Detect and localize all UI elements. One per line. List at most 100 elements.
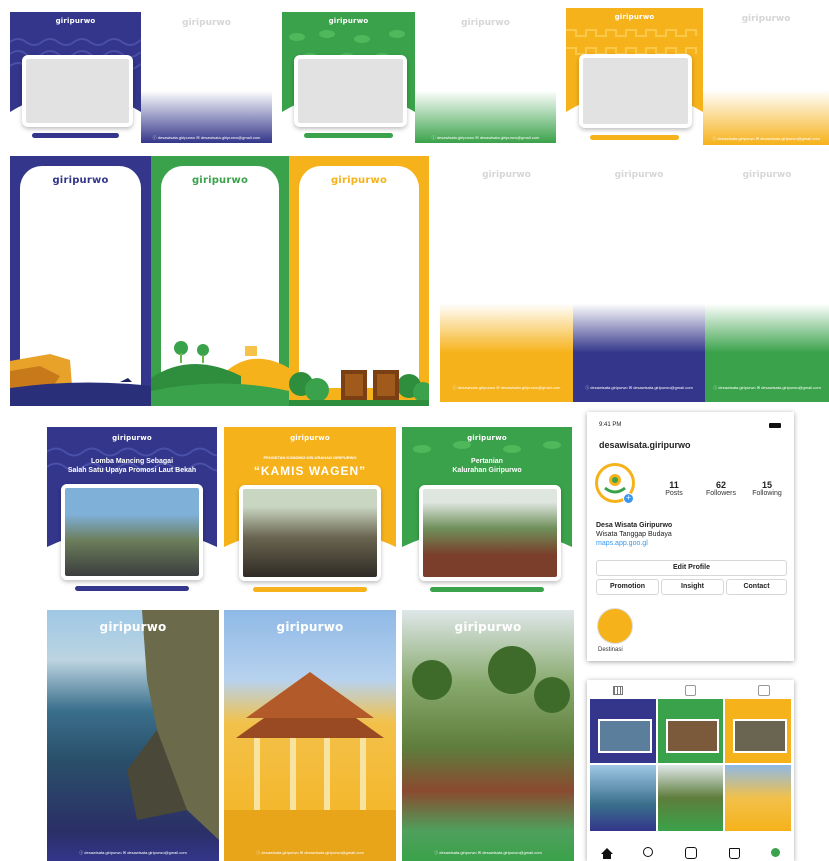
logo: giripurwo [454, 620, 522, 634]
story-template-green: giripurwo [151, 156, 289, 406]
contact-bar [32, 133, 119, 138]
contact-bar [253, 587, 367, 592]
post-lomba-mancing: giripurwo Lomba Mancing Sebagai Salah Sa… [47, 427, 217, 597]
contact-line: ⓘ desawisata.giripurwo ✉ desawisata.giri… [256, 850, 364, 855]
story-bg-yellow: giripurwo ⓘ desawisata.giripurwo ✉ desaw… [440, 156, 573, 402]
grid-post-kamis-wagen[interactable] [725, 699, 791, 763]
posts-stat[interactable]: 11 Posts [657, 480, 691, 497]
contact-line: ⓘ desawisata.giripurwo ✉ desawisata.giri… [79, 850, 187, 855]
instagram-profile: 9:41 PM desawisata.giripurwo + 11 Posts … [587, 412, 794, 661]
grid-story-farm[interactable] [658, 765, 723, 831]
profile-link[interactable]: maps.app.goo.gl [596, 540, 648, 547]
profile-bio: Wisata Tanggap Budaya [596, 531, 672, 538]
story-joglo: giripurwo ⓘ desawisata.giripurwo ✉ desaw… [224, 610, 396, 861]
instagram-grid [587, 680, 794, 861]
watermark-logo: giripurwo [742, 170, 792, 180]
post-title: “KAMIS WAGEN” [253, 464, 367, 478]
post-title: Lomba Mancing Sebagai Salah Satu Upaya P… [67, 458, 197, 474]
following-stat[interactable]: 15 Following [747, 480, 787, 497]
grid-story-cliff[interactable] [590, 765, 656, 831]
joglo-photo [224, 672, 396, 861]
post-title: Pertanian Kalurahan Giripurwo [452, 458, 522, 474]
feed-template-blue: giripurwo [10, 12, 141, 143]
contact-bar [304, 133, 393, 138]
story-bg-green: giripurwo ⓘ desawisata.giripurwo ✉ desaw… [705, 156, 829, 402]
insight-button[interactable]: Insight [661, 579, 724, 595]
logo: giripurwo [328, 17, 369, 25]
battery-icon [769, 423, 781, 428]
home-icon-base [603, 854, 611, 859]
cliff-illustration [10, 354, 151, 406]
photo-placeholder [579, 54, 692, 128]
tagged-icon[interactable] [758, 685, 770, 696]
contact-bar [590, 135, 679, 140]
highlight-label: Destinasi [598, 647, 623, 653]
cliff-photo [127, 610, 219, 840]
photo-placeholder [294, 55, 407, 127]
posts-label: Posts [665, 490, 683, 497]
logo: giripurwo [276, 620, 344, 634]
promotion-button[interactable]: Promotion [596, 579, 659, 595]
reels-nav-icon[interactable] [685, 847, 697, 859]
highlight-destinasi[interactable] [597, 608, 633, 644]
grid-post-lomba[interactable] [590, 699, 656, 763]
contact-line: ⓘ desawisata.giripurwo ✉ desawisata.giri… [712, 136, 820, 141]
contact-line: ⓘ desawisata.giripurwo ✉ desawisata.giri… [452, 385, 561, 390]
logo: giripurwo [112, 434, 152, 442]
profile-icon[interactable] [771, 848, 780, 857]
feed-template-yellow-2: giripurwo ⓘ desawisata.giripurwo ✉ desaw… [703, 8, 829, 145]
profile-username: desawisata.giripurwo [599, 440, 691, 450]
followers-stat[interactable]: 62 Followers [701, 480, 741, 497]
contact-line: ⓘ desawisata.giripurwo ✉ desawisata.giri… [431, 135, 540, 140]
logo: giripurwo [52, 175, 109, 186]
logo: giripurwo [290, 434, 330, 442]
watermark-logo: giripurwo [461, 18, 510, 28]
logo: giripurwo [330, 175, 388, 186]
story-template-blue: giripurwo [10, 156, 151, 406]
logo: giripurwo [467, 434, 507, 442]
contact-line: ⓘ desawisata.giripurwo ✉ desawisata.giri… [585, 385, 693, 390]
followers-label: Followers [706, 490, 736, 497]
following-label: Following [752, 490, 782, 497]
post-photo [61, 484, 203, 580]
search-icon[interactable] [643, 847, 653, 857]
logo: giripurwo [99, 620, 167, 634]
story-farm: giripurwo ⓘ desawisata.giripurwo ✉ desaw… [402, 610, 574, 861]
feed-template-green: giripurwo [282, 12, 415, 143]
watermark-logo: giripurwo [614, 170, 664, 180]
post-photo [239, 485, 381, 581]
watermark-logo: giripurwo [182, 18, 231, 28]
profile-name: Desa Wisata Giripurwo [596, 522, 673, 529]
add-story-icon[interactable]: + [623, 493, 634, 504]
contact-line: ⓘ desawisata.giripurwo ✉ desawisata.giri… [434, 850, 542, 855]
following-count: 15 [761, 480, 772, 490]
post-photo [419, 485, 561, 581]
story-template-yellow: giripurwo [289, 156, 429, 406]
ornament-illustration [289, 370, 429, 406]
status-time: 9:41 PM [599, 422, 622, 428]
shop-icon[interactable] [729, 848, 740, 859]
post-kamis-wagen: giripurwo PENGETAN KONDING KELURAHAN GIR… [224, 427, 396, 597]
contact-bar [75, 586, 189, 591]
logo: giripurwo [55, 17, 96, 25]
contact-bar [430, 587, 544, 592]
grid-icon[interactable] [613, 686, 623, 695]
logo: giripurwo [614, 13, 655, 21]
feed-template-blue-2: giripurwo ⓘ desawisata.giripurwo ✉ desaw… [141, 12, 272, 143]
reels-icon[interactable] [685, 685, 696, 696]
contact-line: ⓘ desawisata.giripurwo ✉ desawisata.giri… [713, 385, 821, 390]
followers-count: 62 [715, 480, 726, 490]
watermark-logo: giripurwo [482, 170, 531, 180]
post-kicker: PENGETAN KONDING KELURAHAN GIRIPURWO [263, 455, 357, 460]
photo-placeholder [22, 55, 133, 127]
watermark-logo: giripurwo [741, 14, 791, 24]
feed-template-green-2: giripurwo ⓘ desawisata.giripurwo ✉ desaw… [415, 12, 556, 143]
edit-profile-button[interactable]: Edit Profile [596, 560, 787, 576]
contact-line: ⓘ desawisata.giripurwo ✉ desawisata.giri… [152, 135, 261, 140]
story-bg-blue: giripurwo ⓘ desawisata.giripurwo ✉ desaw… [573, 156, 705, 402]
hills-illustration [151, 341, 289, 406]
contact-button[interactable]: Contact [726, 579, 787, 595]
feed-template-yellow: giripurwo [566, 8, 703, 145]
grid-post-pertanian[interactable] [658, 699, 723, 763]
grid-story-joglo[interactable] [725, 765, 791, 831]
